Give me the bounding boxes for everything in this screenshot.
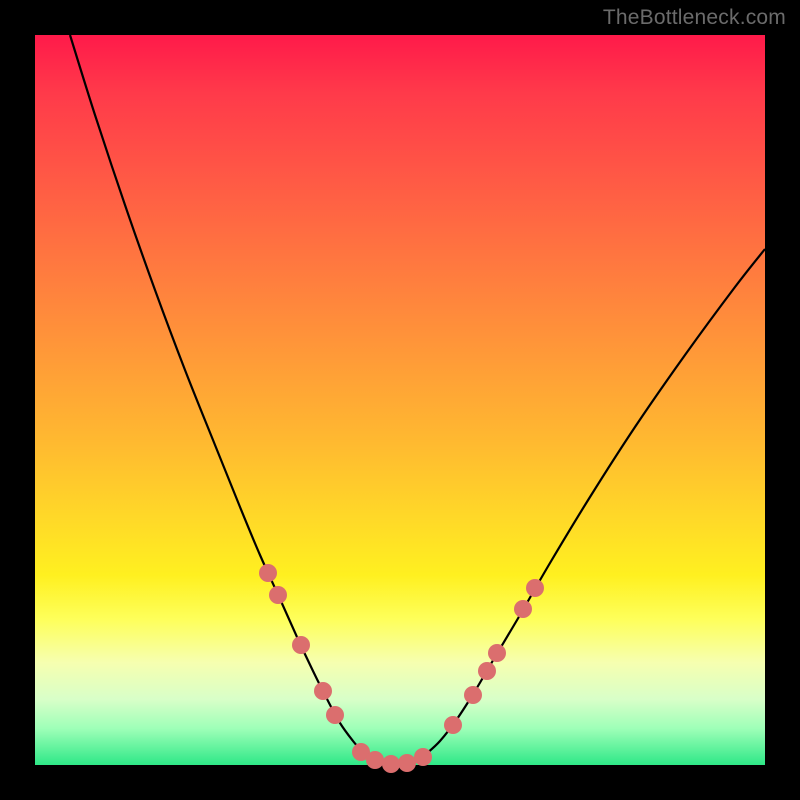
highlight-dot (314, 682, 332, 700)
highlight-dot (269, 586, 287, 604)
highlight-dot (514, 600, 532, 618)
watermark-text: TheBottleneck.com (603, 6, 786, 30)
highlight-dot (382, 755, 400, 773)
chart-plot-area (35, 35, 765, 765)
highlight-dot (398, 754, 416, 772)
highlight-dot (478, 662, 496, 680)
highlight-dot (464, 686, 482, 704)
highlight-dot (526, 579, 544, 597)
chart-svg (35, 35, 765, 765)
bottleneck-curve (70, 35, 765, 764)
highlight-dot (488, 644, 506, 662)
highlight-dot (414, 748, 432, 766)
highlight-dot (292, 636, 310, 654)
highlight-dots-group (259, 564, 544, 773)
highlight-dot (326, 706, 344, 724)
highlight-dot (259, 564, 277, 582)
highlight-dot (366, 751, 384, 769)
highlight-dot (444, 716, 462, 734)
